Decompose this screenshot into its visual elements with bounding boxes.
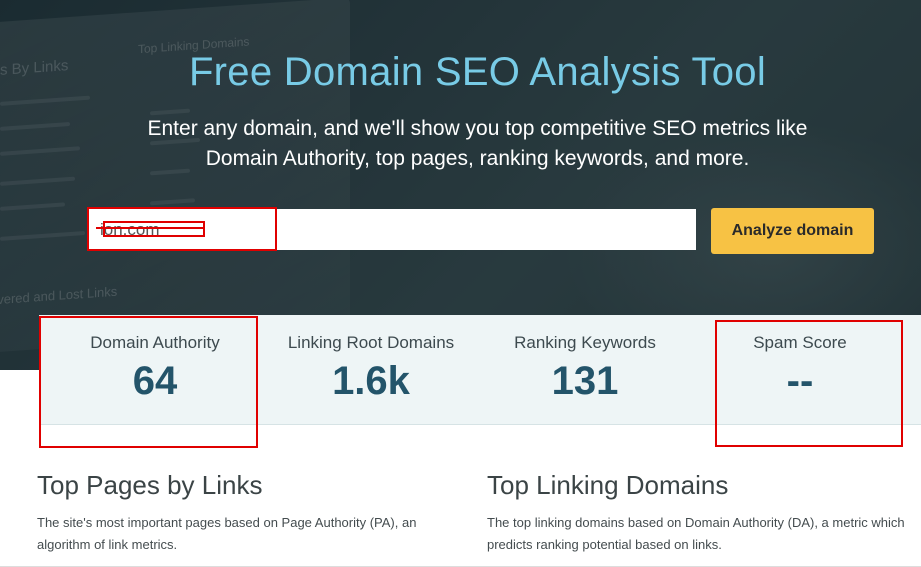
analyze-domain-button[interactable]: Analyze domain [711,208,874,254]
page-title: Free Domain SEO Analysis Tool [188,50,767,94]
section-description-top-linking-domains: The top linking domains based on Domain … [487,515,905,552]
section-title-top-linking-domains: Top Linking Domains [487,470,729,500]
section-title-top-pages: Top Pages by Links [37,470,263,500]
subtitle-line-2: Domain Authority, top pages, ranking key… [205,147,750,170]
section-description-top-pages: The site's most important pages based on… [37,515,417,552]
metric-value: 1.6k [332,359,410,403]
annotation-highlight-box [87,207,277,251]
metric-ranking-keywords: Ranking Keywords 131 [485,315,685,425]
metric-label: Ranking Keywords [514,333,656,352]
metric-value: 131 [551,359,619,403]
annotation-highlight-box [39,316,258,448]
annotation-highlight-box [715,320,903,447]
page-subtitle: Enter any domain, and we'll show you top… [0,114,921,174]
subtitle-line-1: Enter any domain, and we'll show you top… [147,117,808,140]
metric-label: Linking Root Domains [287,333,455,352]
metric-linking-root-domains: Linking Root Domains 1.6k [271,315,471,425]
